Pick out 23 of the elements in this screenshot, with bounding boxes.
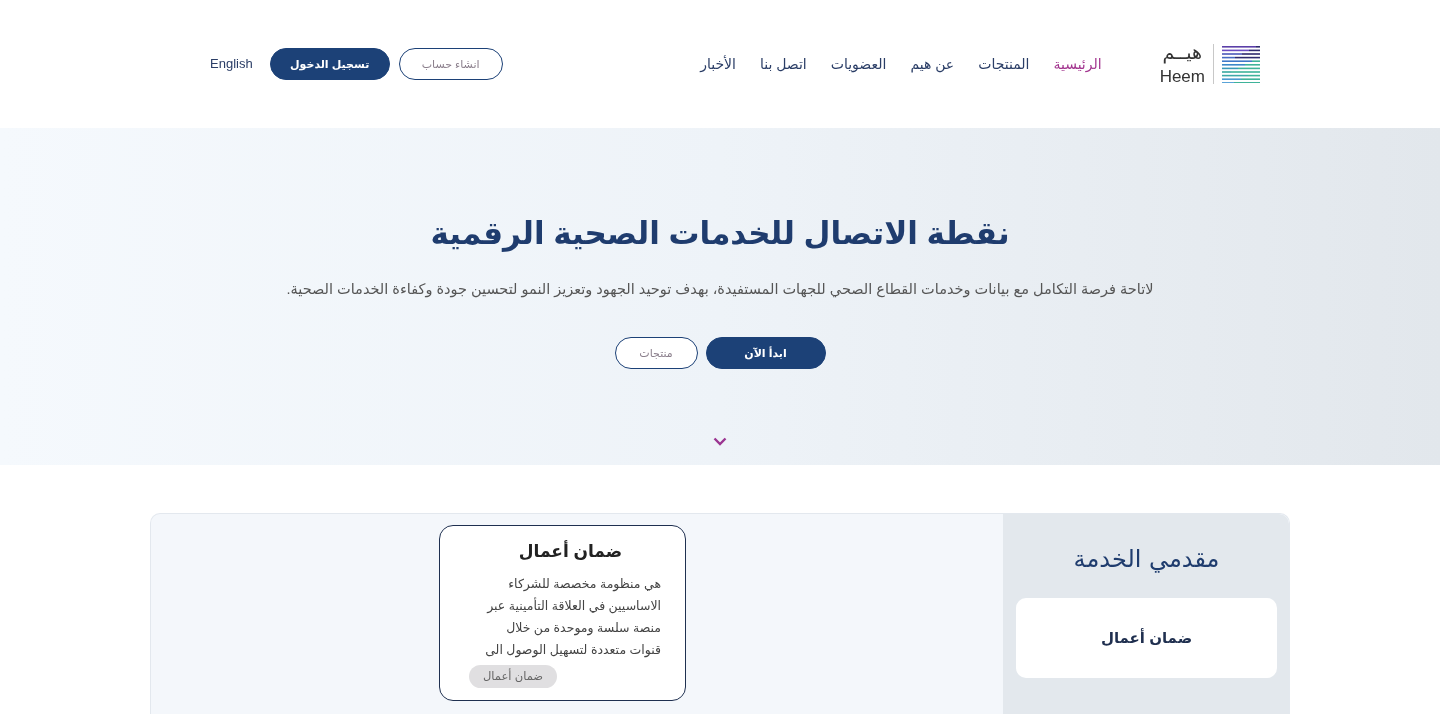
start-button[interactable]: ابدأ الآن	[705, 337, 826, 369]
product-title: ضمان أعمال	[517, 539, 624, 563]
logo-icon[interactable]	[1222, 45, 1260, 83]
product-card[interactable]: ضمان أعمال هي منظومة مخصصة للشركاء الاساسيين في العلاقة التأمينية عبر منصة سلسة وموحدة من خلال قنوات متعددة لتسهيل الوصول الى ضمان أعمال	[439, 525, 686, 702]
nav-link[interactable]: الأخبار	[700, 53, 736, 75]
register-button[interactable]: انشاء حساب	[398, 48, 503, 80]
chevron-down-icon[interactable]	[713, 437, 727, 446]
nav-link[interactable]: عن هيم	[910, 53, 955, 75]
nav-link[interactable]: الرئيسية	[1053, 53, 1102, 75]
hero-description: لاتاحة فرصة التكامل مع بيانات وخدمات القطاع الصحي للجهات المستفيدة، بهدف توحيد الجهود وتعزيز النمو لتحسين جودة وكفاءة الخدمات الصحية.	[285, 280, 1155, 300]
login-button[interactable]: تسجيل الدخول	[269, 48, 390, 80]
nav-link[interactable]: العضويات	[830, 53, 887, 75]
nav-link[interactable]: اتصل بنا	[759, 53, 807, 75]
sidebar-heading: مقدمي الخدمة	[1072, 544, 1221, 575]
hero-heading: نقطة الاتصال للخدمات الصحية الرقمية	[429, 215, 1011, 254]
language-link[interactable]: English	[210, 54, 253, 74]
product-description: هي منظومة مخصصة للشركاء الاساسيين في العلاقة التأمينية عبر منصة سلسة وموحدة من خلال قنوات متعددة لتسهيل الوصول الى	[484, 576, 661, 660]
nav-link[interactable]: المنتجات	[978, 53, 1030, 75]
provider-item[interactable]: ضمان أعمال	[1016, 598, 1277, 678]
brand-name-latin: Heem	[1159, 68, 1205, 85]
product-tag: ضمان أعمال	[469, 665, 558, 689]
products-button[interactable]: منتجات	[614, 337, 698, 369]
brand-name: هيــم	[1162, 43, 1203, 62]
